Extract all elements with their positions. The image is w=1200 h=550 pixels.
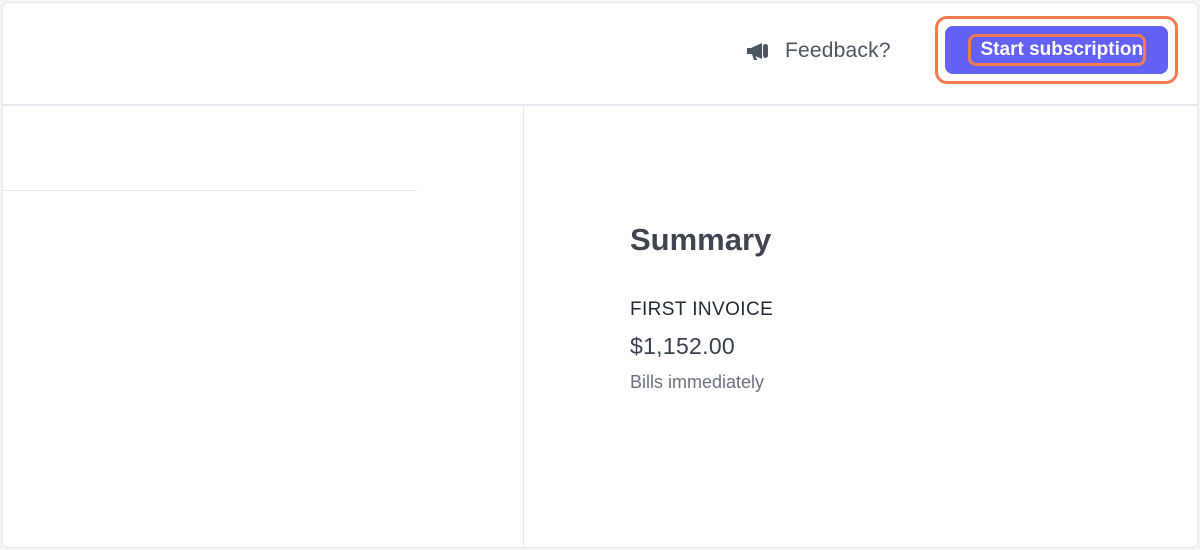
megaphone-icon <box>747 43 768 60</box>
app-window: Feedback? Start subscription Summary FIR… <box>2 2 1198 548</box>
section-divider <box>3 190 417 191</box>
start-subscription-highlight: Start subscription <box>935 16 1178 84</box>
pane-divider <box>523 106 524 547</box>
first-invoice-amount: $1,152.00 <box>630 333 736 359</box>
top-bar: Feedback? Start subscription <box>3 3 1197 106</box>
start-subscription-label: Start subscription <box>967 34 1146 66</box>
feedback-label: Feedback? <box>785 39 891 62</box>
form-pane <box>3 106 523 547</box>
billing-note: Bills immediately <box>630 372 765 392</box>
summary-title: Summary <box>630 222 772 257</box>
start-subscription-button[interactable]: Start subscription <box>945 26 1168 74</box>
feedback-link[interactable]: Feedback? <box>745 36 891 66</box>
first-invoice-label: FIRST INVOICE <box>630 299 774 320</box>
summary-panel: Summary FIRST INVOICE $1,152.00 Bills im… <box>630 221 773 393</box>
